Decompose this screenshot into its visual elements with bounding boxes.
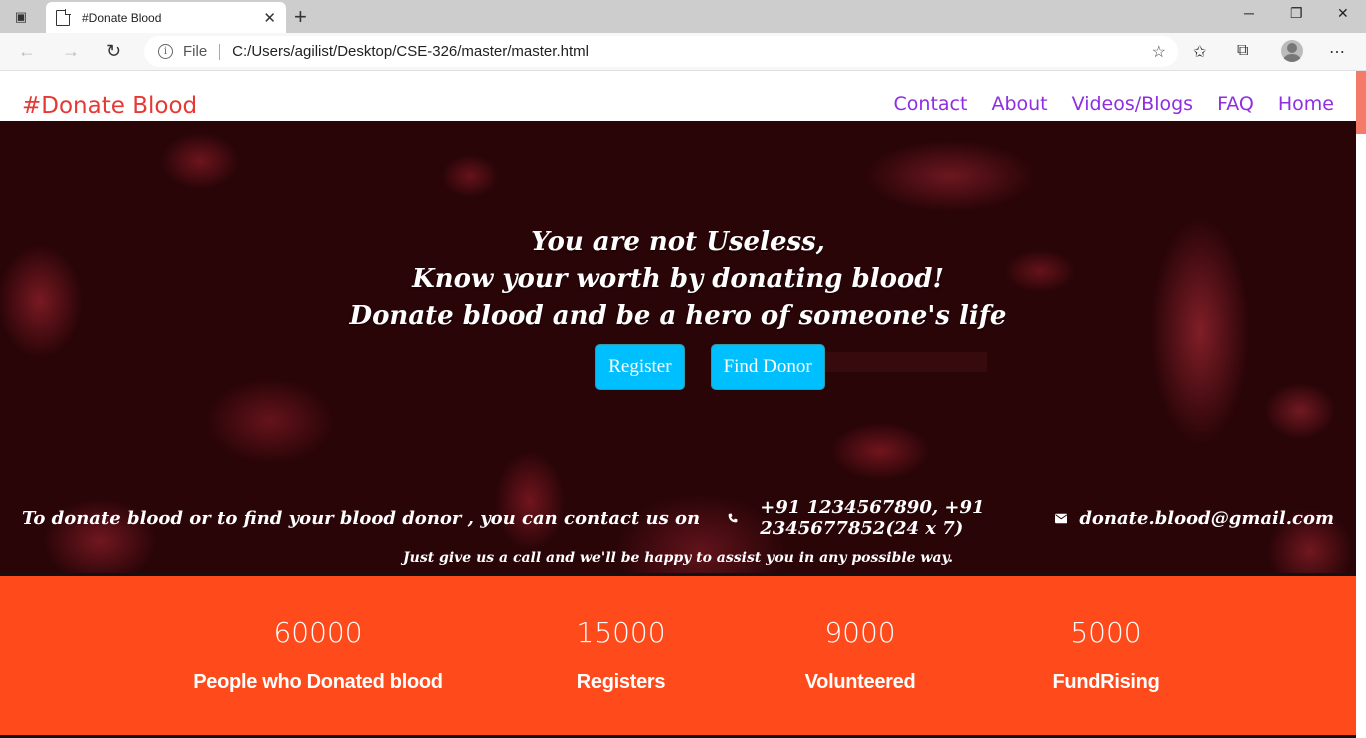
close-window-icon[interactable]: ✕ bbox=[1337, 5, 1349, 22]
stat-fundrising: 5000 FundRising bbox=[1053, 616, 1160, 694]
address-scheme: File bbox=[183, 43, 208, 60]
page-viewport: #Donate Blood Contact About Videos/Blogs… bbox=[0, 71, 1366, 738]
stat-number: 15000 bbox=[576, 616, 666, 649]
nav-link-videos-blogs[interactable]: Videos/Blogs bbox=[1072, 93, 1193, 115]
address-divider bbox=[219, 43, 221, 60]
contact-phones[interactable]: +91 1234567890, +91 2345677852(24 x 7) bbox=[760, 497, 1033, 539]
stat-volunteered: 9000 Volunteered bbox=[805, 616, 916, 694]
assist-text: Just give us a call and we'll be happy t… bbox=[403, 550, 953, 566]
nav-link-home[interactable]: Home bbox=[1278, 93, 1334, 115]
stat-label: FundRising bbox=[1052, 671, 1160, 693]
stat-number: 9000 bbox=[824, 616, 896, 649]
close-tab-icon[interactable]: ✕ bbox=[263, 9, 276, 27]
contact-line: To donate blood or to find your blood do… bbox=[22, 497, 1334, 539]
nav-link-about[interactable]: About bbox=[991, 93, 1047, 115]
tab-title: #Donate Blood bbox=[82, 10, 162, 25]
contact-email[interactable]: donate.blood@gmail.com bbox=[1079, 508, 1334, 529]
nav-menu: Contact About Videos/Blogs FAQ Home bbox=[894, 93, 1334, 115]
nav-link-contact[interactable]: Contact bbox=[894, 93, 968, 115]
contact-lead-text: To donate blood or to find your blood do… bbox=[22, 507, 701, 529]
envelope-icon bbox=[1054, 513, 1068, 523]
new-tab-icon[interactable]: + bbox=[294, 4, 307, 30]
stats-section: 60000 People who Donated blood 15000 Reg… bbox=[0, 573, 1356, 738]
browser-toolbar: ← → ↻ i File C:/Users/agilist/Desktop/CS… bbox=[0, 33, 1366, 71]
stat-number: 5000 bbox=[1070, 616, 1142, 649]
page-icon bbox=[56, 9, 71, 26]
profile-avatar[interactable] bbox=[1281, 40, 1303, 62]
find-donor-button[interactable]: Find Donor bbox=[710, 344, 825, 390]
stat-registers: 15000 Registers bbox=[576, 616, 665, 694]
tagline-line-3: Donate blood and be a hero of someone's … bbox=[349, 301, 1007, 331]
hero-tagline: You are not Useless, Know your worth by … bbox=[0, 224, 1356, 335]
address-bar[interactable]: i File C:/Users/agilist/Desktop/CSE-326/… bbox=[144, 36, 1178, 67]
back-icon[interactable]: ← bbox=[18, 41, 36, 62]
more-icon[interactable]: ⋯ bbox=[1329, 42, 1345, 62]
browser-tab[interactable]: #Donate Blood ✕ bbox=[46, 2, 286, 33]
register-button[interactable]: Register bbox=[595, 344, 685, 390]
window-menu-icon[interactable]: ▣ bbox=[12, 8, 30, 26]
scrollbar-thumb[interactable] bbox=[1356, 71, 1366, 134]
forward-icon[interactable]: → bbox=[62, 41, 80, 62]
stat-number: 60000 bbox=[273, 616, 363, 649]
tagline-line-2: Know your worth by donating blood! bbox=[412, 264, 944, 294]
collections-icon[interactable]: ⧉ bbox=[1237, 42, 1248, 60]
browser-titlebar: ▣ #Donate Blood ✕ + ─ ❐ ✕ bbox=[0, 0, 1366, 33]
hero-section: You are not Useless, Know your worth by … bbox=[0, 121, 1356, 573]
hero-buttons: Register Find Donor bbox=[0, 344, 1356, 390]
address-url[interactable]: C:/Users/agilist/Desktop/CSE-326/master/… bbox=[232, 43, 589, 60]
stat-donated: 60000 People who Donated blood bbox=[193, 616, 443, 694]
favorites-icon[interactable]: ✩ bbox=[1193, 42, 1206, 62]
reload-icon[interactable]: ↻ bbox=[106, 41, 121, 62]
nav-link-faq[interactable]: FAQ bbox=[1217, 93, 1254, 115]
phone-icon bbox=[728, 513, 738, 523]
add-favorite-icon[interactable]: ☆ bbox=[1152, 42, 1166, 62]
stat-label: People who Donated blood bbox=[193, 671, 443, 693]
maximize-icon[interactable]: ❐ bbox=[1290, 5, 1303, 22]
site-navbar: #Donate Blood Contact About Videos/Blogs… bbox=[0, 71, 1356, 121]
minimize-icon[interactable]: ─ bbox=[1244, 5, 1254, 21]
info-icon[interactable]: i bbox=[158, 44, 173, 59]
stat-label: Registers bbox=[576, 671, 666, 693]
stat-label: Volunteered bbox=[804, 671, 916, 693]
tagline-line-1: You are not Useless, bbox=[531, 227, 825, 257]
site-brand[interactable]: #Donate Blood bbox=[22, 93, 197, 119]
